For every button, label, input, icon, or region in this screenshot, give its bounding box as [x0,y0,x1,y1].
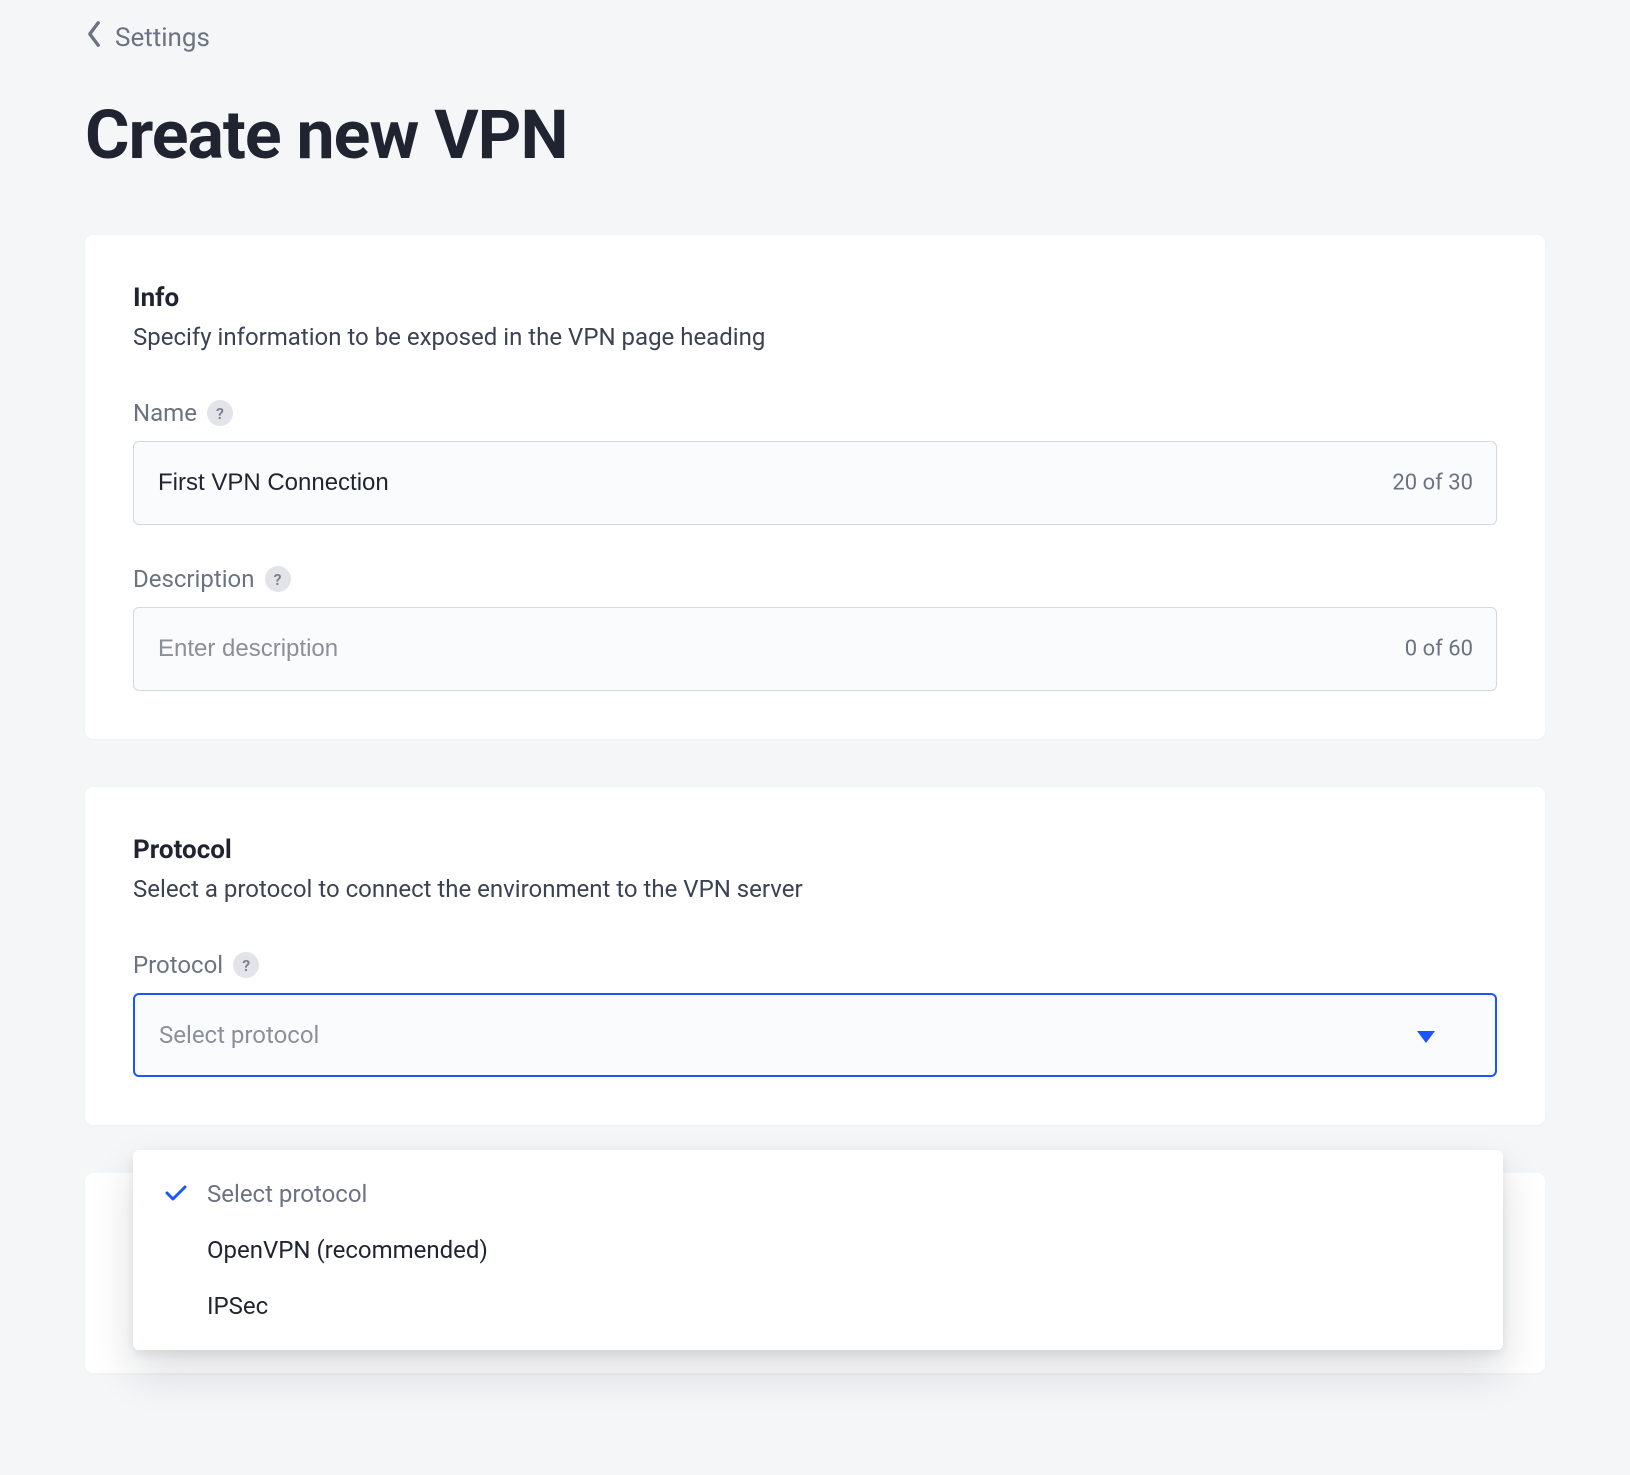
description-char-count: 0 of 60 [1405,637,1473,662]
protocol-field: Protocol ? Select protocol [133,951,1497,1077]
help-icon[interactable]: ? [265,566,291,592]
breadcrumb-label: Settings [115,23,210,53]
name-label: Name [133,399,197,427]
description-field: Description ? 0 of 60 [133,565,1497,691]
name-char-count: 20 of 30 [1392,471,1473,496]
caret-down-icon [1417,1021,1435,1049]
protocol-option-openvpn[interactable]: OpenVPN (recommended) [133,1222,1503,1278]
check-icon [165,1180,187,1208]
protocol-section-title: Protocol [133,835,1497,865]
name-field: Name ? 20 of 30 [133,399,1497,525]
protocol-option-ipsec[interactable]: IPSec [133,1278,1503,1334]
name-input[interactable] [133,441,1497,525]
info-card: Info Specify information to be exposed i… [85,235,1545,739]
protocol-dropdown: Select protocol OpenVPN (recommended) IP… [133,1150,1503,1350]
help-icon[interactable]: ? [207,400,233,426]
chevron-left-icon [85,20,103,55]
protocol-section-subtitle: Select a protocol to connect the environ… [133,875,1497,903]
breadcrumb[interactable]: Settings [85,20,1545,55]
option-label: Select protocol [207,1180,367,1208]
protocol-option-placeholder[interactable]: Select protocol [133,1166,1503,1222]
page-title: Create new VPN [85,95,1545,175]
protocol-select[interactable]: Select protocol [133,993,1497,1077]
info-section-title: Info [133,283,1497,313]
description-input[interactable] [133,607,1497,691]
protocol-card: Protocol Select a protocol to connect th… [85,787,1545,1125]
help-icon[interactable]: ? [233,952,259,978]
description-label: Description [133,565,255,593]
protocol-label: Protocol [133,951,223,979]
protocol-select-value: Select protocol [159,1021,319,1049]
option-label: OpenVPN (recommended) [207,1236,488,1264]
option-label: IPSec [207,1292,268,1320]
info-section-subtitle: Specify information to be exposed in the… [133,323,1497,351]
